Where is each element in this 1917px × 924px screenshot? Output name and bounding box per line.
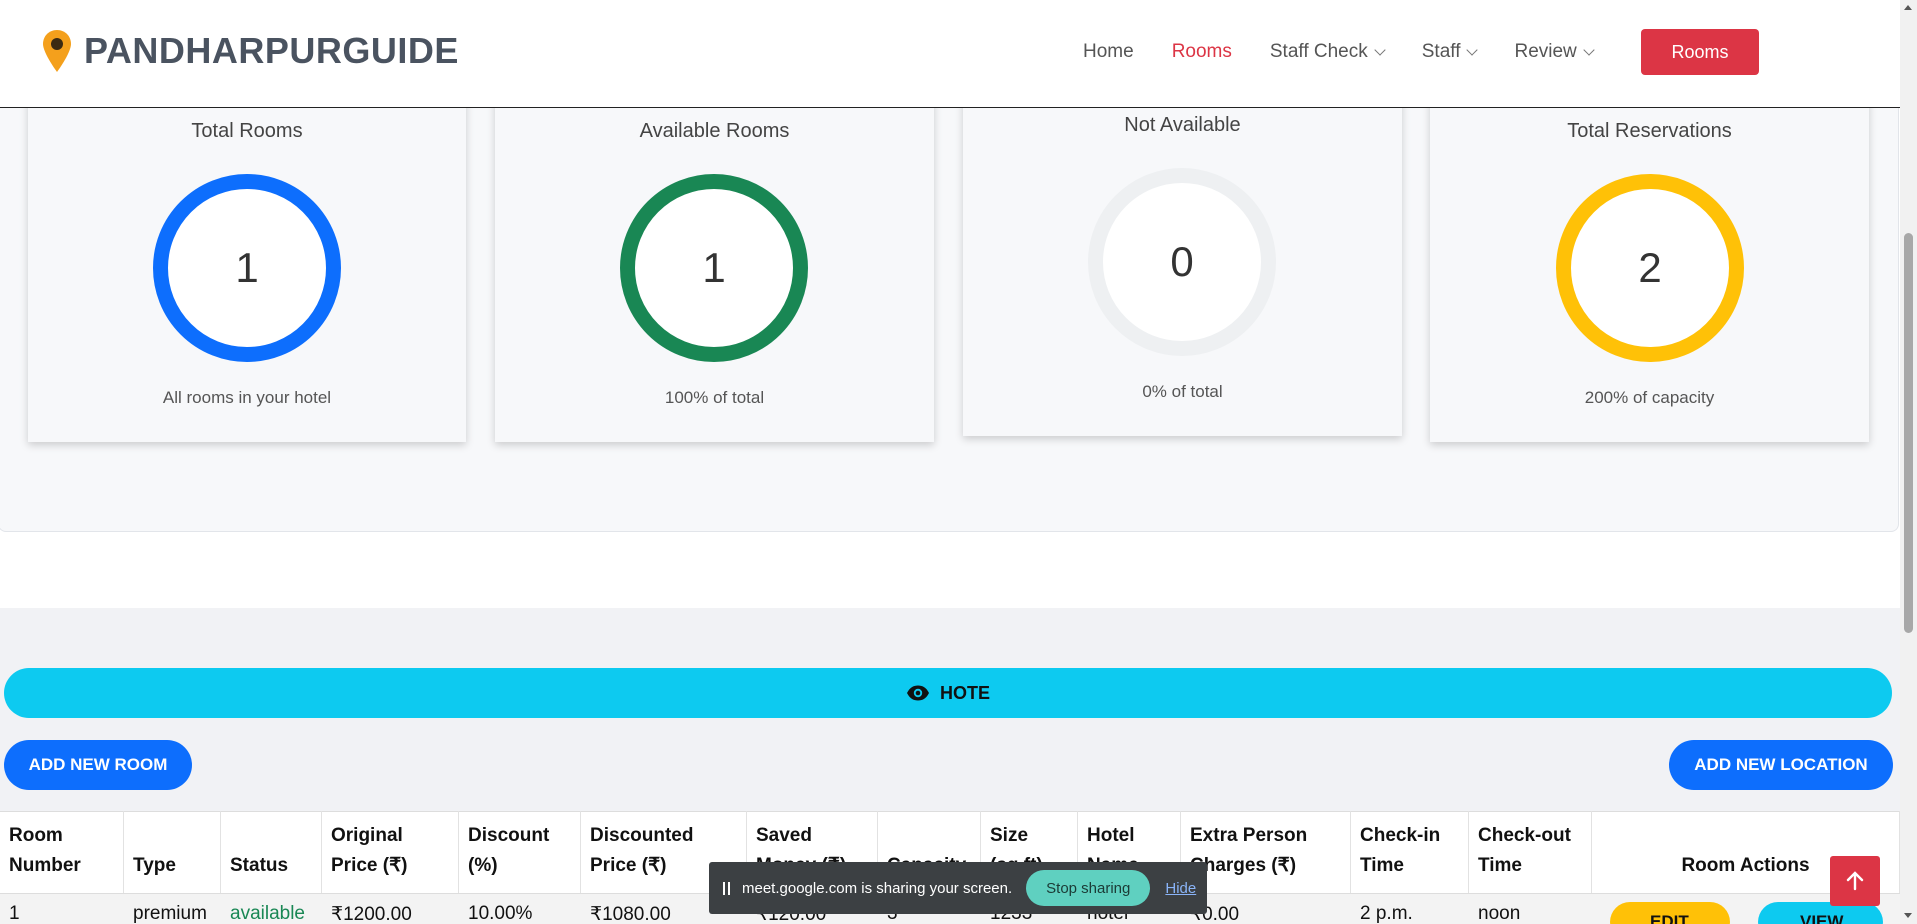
nav-staff-label: Staff — [1421, 41, 1461, 62]
stat-card-available-rooms: Available Rooms 1 100% of total — [495, 90, 934, 442]
back-to-top-button[interactable] — [1830, 856, 1880, 906]
nav-home[interactable]: Home — [1083, 41, 1134, 63]
share-message: meet.google.com is sharing your screen. — [742, 879, 1013, 897]
scrollbar-thumb[interactable] — [1904, 233, 1913, 633]
column-header-check-in-time: Check-in Time — [1351, 811, 1469, 893]
header-line-1 — [887, 821, 980, 851]
header-line-1: Room — [9, 825, 63, 846]
scroll-up-arrow-icon[interactable] — [1904, 5, 1912, 10]
cell-status: available — [230, 903, 305, 924]
stat-ring: 1 — [153, 174, 341, 362]
cell-check-out-time: noon — [1478, 903, 1521, 924]
column-header-original-price: Original Price (₹) — [322, 811, 459, 893]
nav-rooms[interactable]: Rooms — [1172, 41, 1232, 63]
header-line-2: Time — [1478, 855, 1523, 876]
hide-link[interactable]: Hide — [1165, 880, 1196, 897]
stat-ring: 1 — [620, 174, 808, 362]
header-line-1: Discount — [468, 825, 550, 846]
pause-icon — [723, 881, 730, 895]
scroll-down-arrow-icon[interactable] — [1904, 913, 1912, 918]
stat-card-total-reservations: Total Reservations 2 200% of capacity — [1430, 90, 1869, 442]
stat-subtitle: 200% of capacity — [1584, 388, 1715, 407]
column-header-discount: Discount (%) — [459, 811, 581, 893]
header-line-2: (%) — [468, 855, 498, 876]
stat-subtitle: 100% of total — [664, 388, 765, 407]
brand-name: PANDHARPURGUIDE — [84, 30, 459, 71]
stat-subtitle: 0% of total — [1142, 382, 1223, 401]
rooms-button[interactable]: Rooms — [1641, 29, 1759, 75]
header-line-1 — [133, 821, 220, 851]
eye-icon — [906, 685, 929, 701]
stat-card-total-rooms: Total Rooms 1 All rooms in your hotel — [28, 90, 466, 442]
column-header-type: Type — [124, 811, 221, 893]
nav-menu: Home Rooms Staff Check Staff Review — [1083, 29, 1631, 75]
stat-title: Total Reservations — [1567, 120, 1732, 142]
header-line-1: Extra Person — [1190, 825, 1308, 846]
header-line-1 — [230, 821, 321, 851]
column-header-status: Status — [221, 811, 322, 893]
cell-type: premium — [133, 903, 207, 924]
add-new-location-button[interactable]: ADD NEW LOCATION — [1669, 740, 1893, 790]
chevron-down-icon — [1466, 43, 1479, 56]
cell-discounted-price: ₹1080.00 — [590, 904, 671, 924]
navbar: PANDHARPURGUIDE Home Rooms Staff Check S… — [0, 0, 1900, 108]
column-header-room-number: Room Number — [0, 811, 124, 893]
header-line-2: Type — [133, 855, 176, 876]
edit-button[interactable]: EDIT — [1610, 902, 1730, 924]
header-line-2: Status — [230, 855, 289, 876]
stat-title: Total Rooms — [191, 120, 303, 142]
brand[interactable]: PANDHARPURGUIDE — [42, 29, 459, 73]
nav-review[interactable]: Review — [1514, 41, 1595, 63]
stat-title: Available Rooms — [639, 120, 790, 142]
nav-review-label: Review — [1514, 41, 1577, 62]
scrollbar[interactable] — [1900, 0, 1917, 924]
cell-original-price: ₹1200.00 — [331, 904, 412, 924]
stop-sharing-button[interactable]: Stop sharing — [1026, 870, 1151, 906]
cell-room-number: 1 — [9, 903, 20, 924]
header-line-2: Time — [1360, 855, 1405, 876]
cell-discount: 10.00% — [468, 903, 533, 924]
header-line-1: Discounted — [590, 825, 694, 846]
stat-subtitle: All rooms in your hotel — [162, 388, 332, 407]
stat-title: Not Available — [1124, 114, 1241, 136]
map-pin-icon — [43, 30, 71, 72]
stat-ring: 2 — [1556, 174, 1744, 362]
nav-staff[interactable]: Staff — [1421, 41, 1479, 63]
header-line-1: Check-out — [1478, 825, 1571, 846]
header-line-1: Check-in — [1360, 825, 1441, 846]
hotel-view-button[interactable]: HOTE — [4, 668, 1892, 718]
nav-staff-check[interactable]: Staff Check — [1269, 41, 1386, 63]
header-line-1: Original — [331, 825, 403, 846]
arrow-up-icon — [1846, 871, 1864, 891]
nav-staff-check-label: Staff Check — [1269, 41, 1368, 62]
add-new-room-button[interactable]: ADD NEW ROOM — [4, 740, 192, 790]
header-line-1: Size — [990, 825, 1029, 846]
header-line-1 — [1592, 821, 1899, 851]
cell-check-in-time: 2 p.m. — [1360, 903, 1413, 924]
column-header-check-out-time: Check-out Time — [1469, 811, 1592, 893]
header-line-2: Charges (₹) — [1190, 855, 1297, 876]
header-line-1: Saved — [756, 825, 812, 846]
stat-ring: 0 — [1088, 168, 1276, 356]
chevron-down-icon — [1374, 43, 1386, 56]
header-line-2: Price (₹) — [331, 855, 408, 876]
header-line-2: Number — [9, 855, 81, 876]
screen-share-bar: meet.google.com is sharing your screen. … — [709, 862, 1207, 914]
header-line-1: Hotel — [1087, 825, 1135, 846]
hotel-view-label: HOTE — [939, 682, 990, 703]
stat-card-not-available: Not Available 0 0% of total — [963, 90, 1402, 436]
chevron-down-icon — [1583, 43, 1595, 56]
